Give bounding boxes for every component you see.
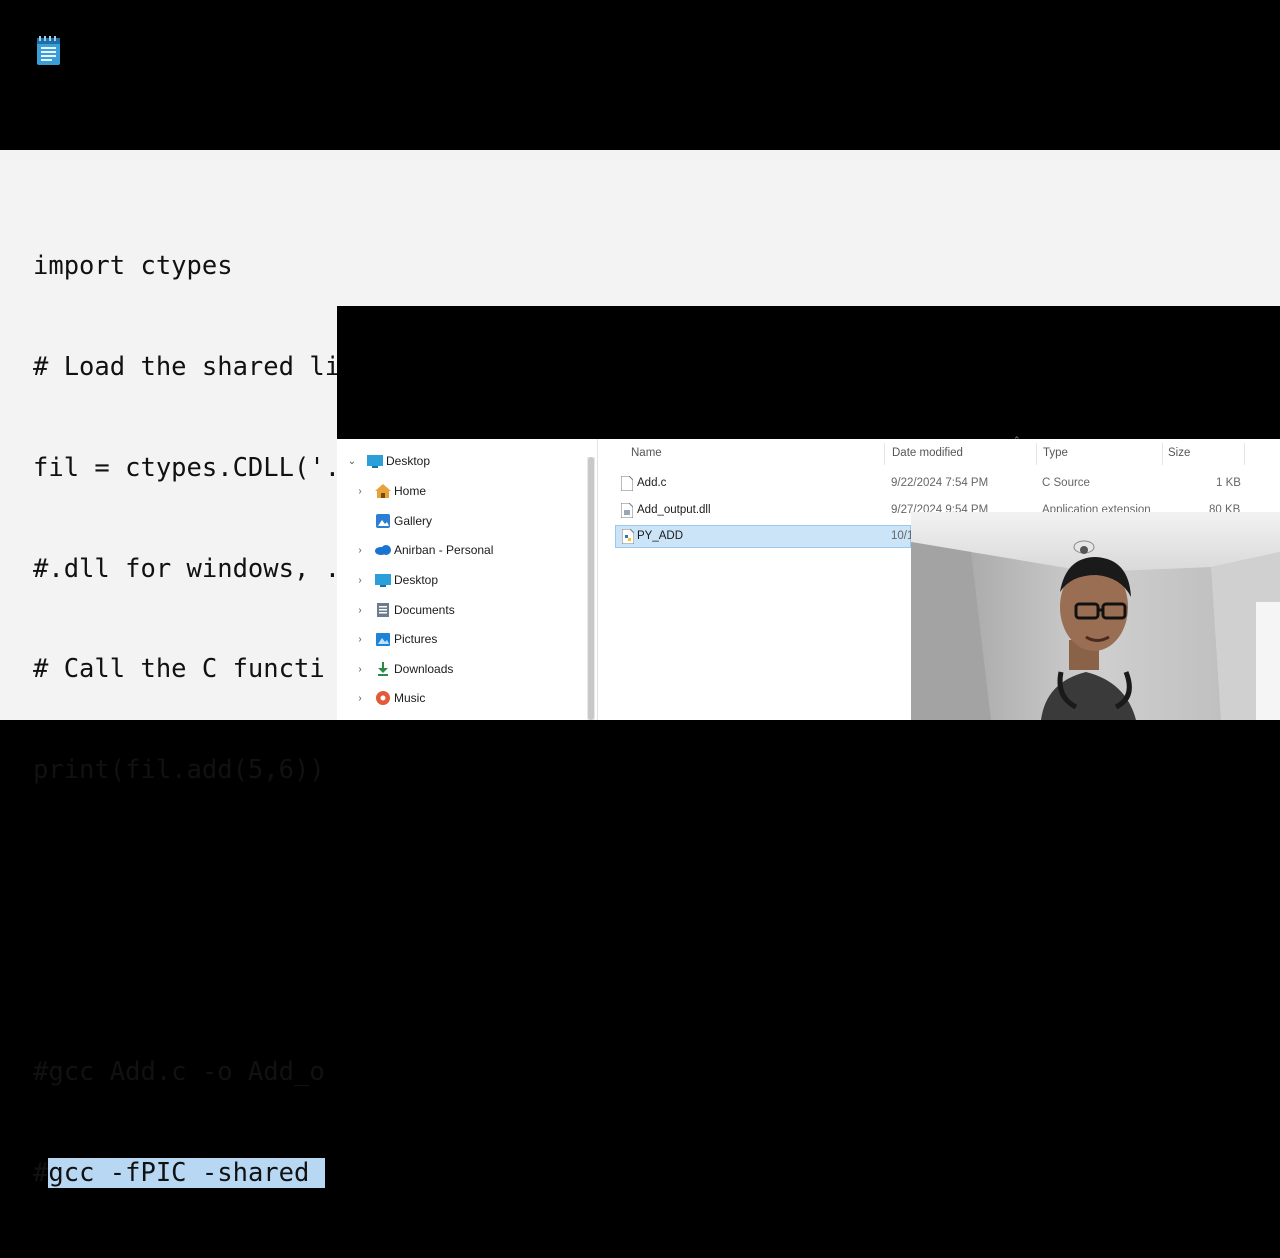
- chevron-right-icon[interactable]: ›: [355, 634, 365, 645]
- desktop-icon: [367, 454, 383, 468]
- python-file-icon: [621, 528, 635, 545]
- chevron-right-icon[interactable]: ›: [355, 575, 365, 586]
- pictures-icon: [375, 632, 391, 646]
- chevron-right-icon[interactable]: ›: [355, 693, 365, 704]
- nav-item-gallery[interactable]: Gallery: [337, 510, 585, 532]
- music-icon: [375, 691, 391, 705]
- column-header-name[interactable]: Name: [631, 447, 662, 459]
- nav-item-label: Anirban - Personal: [394, 543, 494, 557]
- nav-item-music[interactable]: › Music: [337, 687, 585, 709]
- onedrive-icon: [375, 543, 391, 557]
- chevron-down-icon[interactable]: ⌄: [347, 456, 357, 467]
- nav-item-label: Desktop: [394, 573, 439, 587]
- column-header-date[interactable]: Date modified: [892, 447, 963, 459]
- webcam-feed: [911, 512, 1280, 720]
- column-separator[interactable]: [1244, 443, 1245, 465]
- nav-item-label: Downloads: [394, 662, 454, 676]
- code-line: #gcc Add.c -o Add_o: [33, 1057, 325, 1088]
- file-name: PY_ADD: [637, 530, 684, 542]
- code-line-selected: #gcc -fPIC -shared: [33, 1157, 632, 1191]
- column-header-size[interactable]: Size: [1168, 447, 1190, 459]
- file-type: C Source: [1042, 477, 1090, 489]
- nav-item-label: Desktop: [386, 454, 431, 468]
- code-line: print(fil.add(5,6)): [33, 755, 325, 786]
- column-separator[interactable]: [1036, 443, 1037, 465]
- nav-item-label: Pictures: [394, 632, 438, 646]
- scrollbar-thumb[interactable]: [588, 457, 594, 720]
- nav-item-documents[interactable]: › Documents: [337, 599, 585, 621]
- code-line-prefix: #: [33, 1158, 49, 1189]
- nav-item-pictures[interactable]: › Pictures: [337, 628, 585, 650]
- column-header-type[interactable]: Type: [1043, 447, 1068, 459]
- pane-divider[interactable]: [597, 439, 598, 720]
- gallery-icon: [375, 514, 391, 528]
- nav-item-desktop[interactable]: › Desktop: [337, 569, 585, 591]
- sort-caret-icon: ⌃: [1013, 435, 1021, 445]
- c-file-icon: [620, 475, 634, 492]
- nav-item-onedrive[interactable]: › Anirban - Personal: [337, 539, 585, 561]
- column-separator[interactable]: [1162, 443, 1163, 465]
- file-row-selected[interactable]: PY_ADD 10/1: [615, 525, 913, 548]
- text-selection: gcc -fPIC -shared: [48, 1158, 325, 1189]
- downloads-icon: [375, 662, 391, 676]
- column-separator[interactable]: [884, 443, 885, 465]
- navigation-pane: ⌄ Desktop › Home Gallery › Anirban - Per…: [337, 439, 585, 720]
- file-name: Add_output.dll: [637, 504, 711, 516]
- nav-item-home[interactable]: › Home: [337, 480, 585, 502]
- code-line: import ctypes: [33, 251, 233, 282]
- nav-item-desktop-root[interactable]: ⌄ Desktop: [337, 450, 585, 472]
- nav-item-label: Gallery: [394, 514, 433, 528]
- file-size: 1 KB: [1216, 477, 1241, 489]
- file-row[interactable]: Add.c 9/22/2024 7:54 PM C Source 1 KB: [615, 473, 1275, 495]
- title-bar: [0, 0, 1280, 150]
- chevron-right-icon[interactable]: ›: [355, 486, 365, 497]
- nav-item-label: Music: [394, 691, 426, 705]
- home-icon: [375, 484, 391, 498]
- dll-file-icon: [620, 502, 634, 519]
- desktop-icon: [375, 573, 391, 587]
- overlay-panel: [337, 306, 1280, 439]
- chevron-right-icon[interactable]: ›: [355, 664, 365, 675]
- nav-item-downloads[interactable]: › Downloads: [337, 658, 585, 680]
- nav-item-label: Documents: [394, 603, 455, 617]
- nav-item-label: Home: [394, 484, 427, 498]
- nav-scrollbar[interactable]: [587, 457, 595, 720]
- documents-icon: [375, 603, 391, 617]
- file-name: Add.c: [637, 477, 667, 489]
- chevron-right-icon[interactable]: ›: [355, 605, 365, 616]
- file-date: 9/22/2024 7:54 PM: [891, 477, 989, 489]
- notepad-icon[interactable]: [36, 35, 61, 66]
- chevron-right-icon[interactable]: ›: [355, 545, 365, 556]
